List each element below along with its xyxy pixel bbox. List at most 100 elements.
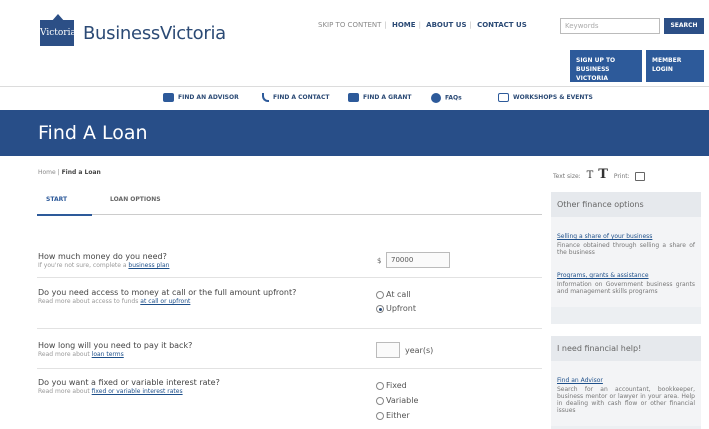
question-label: How much money do you need? [38,252,167,261]
text-larger-icon[interactable]: T [598,167,608,182]
radio-label: Fixed [386,381,407,390]
years-unit: year(s) [405,346,434,355]
financial-help-panel: I need financial help! Find an Advisor S… [551,336,701,429]
radio-at-call[interactable]: At call [376,290,411,299]
link-description: Finance obtained through selling a share… [557,242,695,256]
divider [37,328,542,329]
link-description: Search for an accountant, bookkeeper, bu… [557,386,695,414]
help-text: Read more about [38,351,92,358]
question-help: Read more about access to funds at call … [38,298,393,305]
divider [37,368,542,369]
radio-either[interactable]: Either [376,411,410,420]
radio-icon [376,290,384,299]
tab-bar: START LOAN OPTIONS [37,188,542,216]
loan-terms-link[interactable]: loan terms [92,351,124,358]
nav-find-advisor[interactable]: FIND AN ADVISOR [163,93,239,102]
interest-rates-link[interactable]: fixed or variable interest rates [92,388,183,395]
programs-grants-link[interactable]: Programs, grants & assistance [557,272,649,279]
contact-us-link[interactable]: CONTACT US [477,21,527,29]
nav-label: FIND AN ADVISOR [178,94,239,101]
help-text: If you're not sure, complete a [38,262,129,269]
nav-label: WORKSHOPS & EVENTS [513,94,593,101]
radio-label: At call [386,290,411,299]
selling-share-link[interactable]: Selling a share of your business [557,233,652,240]
breadcrumb-current: Find a Loan [61,169,101,176]
nav-label: FAQs [445,94,462,102]
question-label: Do you want a fixed or variable interest… [38,378,220,387]
utility-links: SKIP TO CONTENT | HOME | ABOUT US | CONTACT… [318,21,527,29]
tab-start[interactable]: START [46,196,67,203]
find-advisor-link[interactable]: Find an Advisor [557,377,603,384]
question-help: Read more about loan terms [38,351,393,358]
main-content: Home | Find a Loan START LOAN OPTIONS Ho… [25,156,542,429]
question-label: How long will you need to pay it back? [38,341,193,350]
radio-label: Upfront [386,304,416,313]
active-tab-indicator [37,214,92,216]
question-term: How long will you need to pay it back? R… [38,341,393,358]
calendar-icon [498,93,509,102]
question-help: If you're not sure, complete a business … [38,262,393,269]
nav-find-grant[interactable]: FIND A GRANT [348,93,411,102]
home-link[interactable]: HOME [392,21,416,29]
phone-icon [262,93,269,102]
text-size-label: Text size: [553,173,581,180]
people-icon [163,93,174,102]
grant-icon [348,93,359,102]
radio-variable[interactable]: Variable [376,396,418,405]
question-help: Read more about fixed or variable intere… [38,388,393,395]
radio-icon [376,396,384,405]
member-login-button[interactable]: MEMBER LOGIN [646,50,704,82]
tab-loan-options[interactable]: LOAN OPTIONS [110,196,161,203]
print-label: Print: [613,173,630,180]
help-text: Read more about access to funds [38,298,141,305]
main-nav: FIND AN ADVISOR FIND A CONTACT FIND A GR… [0,86,709,110]
sign-up-button[interactable]: SIGN UP TO BUSINESS VICTORIA [570,50,642,82]
victoria-logo[interactable]: Victoria [40,14,76,46]
radio-selected-icon [376,304,384,313]
currency-symbol: $ [377,257,382,265]
about-us-link[interactable]: ABOUT US [426,21,466,29]
link-description: Information on Government business grant… [557,281,695,295]
title-bar: Find A Loan [0,110,709,156]
question-access: Do you need access to money at call or t… [38,288,393,305]
printer-icon[interactable] [634,172,645,181]
radio-icon [376,411,384,420]
panel-heading: Other finance options [551,192,701,217]
breadcrumb-home[interactable]: Home [38,169,56,176]
panel-heading: I need financial help! [551,336,701,361]
radio-upfront[interactable]: Upfront [376,304,416,313]
search-input[interactable]: Keywords [560,18,660,34]
skip-to-content-link[interactable]: SKIP TO CONTENT [318,21,381,29]
at-call-upfront-link[interactable]: at call or upfront [140,298,190,305]
sidebar: Text size: T T Print: Other finance opti… [545,156,709,429]
years-input[interactable] [376,342,400,358]
nav-label: FIND A GRANT [363,94,412,101]
panel-links: Selling a share of your business Finance… [551,217,701,307]
breadcrumb: Home | Find a Loan [38,169,101,176]
panel-links: Find an Advisor Search for an accountant… [551,361,701,426]
radio-fixed[interactable]: Fixed [376,381,407,390]
divider [37,277,542,278]
nav-find-contact[interactable]: FIND A CONTACT [262,93,329,102]
radio-icon [376,381,384,390]
logo-text: Victoria [40,28,76,38]
nav-faqs[interactable]: FAQs [431,93,462,103]
site-header: Victoria BusinessVictoria SKIP TO CONTEN… [0,0,709,85]
text-smaller-icon[interactable]: T [587,170,594,181]
question-icon [431,93,441,103]
question-label: Do you need access to money at call or t… [38,288,297,297]
text-size-controls: Text size: T T Print: [553,167,645,182]
question-amount: How much money do you need? If you're no… [38,252,393,269]
radio-label: Either [386,411,410,420]
nav-workshops-events[interactable]: WORKSHOPS & EVENTS [498,93,593,102]
question-rate: Do you want a fixed or variable interest… [38,378,393,395]
other-finance-panel: Other finance options Selling a share of… [551,192,701,324]
search-button[interactable]: SEARCH [664,18,704,34]
radio-label: Variable [386,396,419,405]
site-brand[interactable]: BusinessVictoria [83,23,226,44]
page-title: Find A Loan [38,122,148,144]
business-plan-link[interactable]: business plan [128,262,169,269]
help-text: Read more about [38,388,92,395]
nav-label: FIND A CONTACT [273,94,330,101]
amount-input[interactable]: 70000 [386,252,450,268]
